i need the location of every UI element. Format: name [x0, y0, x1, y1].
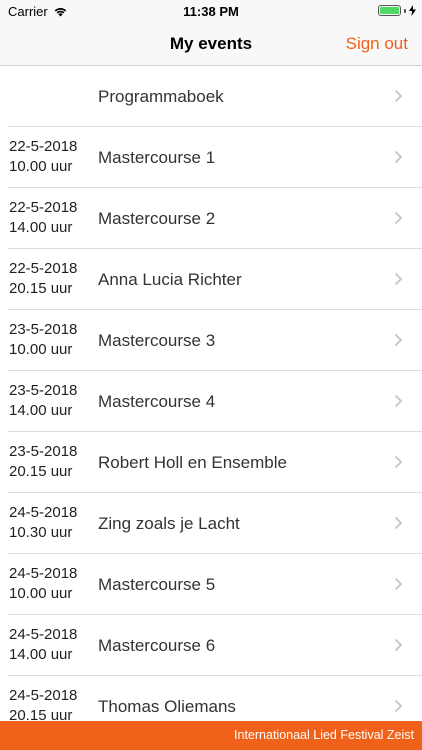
event-date: 22-5-2018	[9, 260, 78, 277]
status-time: 11:38 PM	[183, 4, 239, 19]
event-row[interactable]: 22-5-2018 10.00 uur Mastercourse 1	[0, 127, 422, 188]
event-date: 24-5-2018	[9, 687, 78, 704]
chevron-right-icon	[394, 699, 403, 713]
event-datetime: 22-5-2018 20.15 uur	[9, 259, 77, 299]
status-right	[378, 5, 416, 16]
event-time: 14.00 uur	[9, 402, 73, 419]
event-datetime: 24-5-2018 20.15 uur	[9, 686, 77, 726]
event-row[interactable]: 23-5-2018 20.15 uur Robert Holl en Ensembl…	[0, 432, 422, 493]
event-datetime: 23-5-2018 10.00 uur	[9, 320, 77, 360]
sign-out-button[interactable]: Sign out	[346, 22, 408, 66]
chevron-right-icon	[394, 211, 403, 225]
event-row[interactable]: Programmaboek	[0, 66, 422, 127]
chevron-right-icon	[394, 89, 403, 103]
event-time: 10.00 uur	[9, 158, 73, 175]
footer-banner: Internationaal Lied Festival Zeist	[0, 721, 422, 750]
battery-icon	[378, 5, 401, 16]
event-row[interactable]: 22-5-2018 20.15 uur Anna Lucia Richter	[0, 249, 422, 310]
chevron-right-icon	[394, 150, 403, 164]
chevron-right-icon	[394, 638, 403, 652]
event-title: Robert Holl en Ensemble	[98, 453, 287, 472]
event-row[interactable]: 24-5-2018 10.00 uur Mastercourse 5	[0, 554, 422, 615]
chevron-right-icon	[394, 333, 403, 347]
event-title: Zing zoals je Lacht	[98, 514, 240, 533]
event-time: 14.00 uur	[9, 219, 73, 236]
event-time: 10.00 uur	[9, 341, 73, 358]
event-datetime: 22-5-2018 14.00 uur	[9, 198, 77, 238]
event-date: 22-5-2018	[9, 199, 78, 216]
event-datetime: 24-5-2018 14.00 uur	[9, 625, 77, 665]
event-date: 23-5-2018	[9, 443, 78, 460]
event-row[interactable]: 24-5-2018 14.00 uur Mastercourse 6	[0, 615, 422, 676]
event-row[interactable]: 24-5-2018 10.30 uur Zing zoals je Lacht	[0, 493, 422, 554]
chevron-right-icon	[394, 455, 403, 469]
charging-bolt-icon	[409, 5, 416, 16]
event-date: 22-5-2018	[9, 138, 78, 155]
chevron-right-icon	[394, 577, 403, 591]
event-row[interactable]: 23-5-2018 14.00 uur Mastercourse 4	[0, 371, 422, 432]
event-row[interactable]: 22-5-2018 14.00 uur Mastercourse 2	[0, 188, 422, 249]
battery-fill	[380, 7, 399, 14]
event-date: 23-5-2018	[9, 321, 78, 338]
event-datetime: 24-5-2018 10.30 uur	[9, 503, 77, 543]
event-title: Mastercourse 3	[98, 331, 216, 350]
event-datetime: 22-5-2018 10.00 uur	[9, 137, 77, 177]
event-title: Mastercourse 2	[98, 209, 216, 228]
event-time: 20.15 uur	[9, 463, 73, 480]
event-datetime: 24-5-2018 10.00 uur	[9, 564, 77, 604]
event-date: 24-5-2018	[9, 565, 78, 582]
event-title: Mastercourse 4	[98, 392, 216, 411]
event-time: 14.00 uur	[9, 646, 73, 663]
status-bar: Carrier 11:38 PM	[0, 0, 422, 22]
chevron-right-icon	[394, 516, 403, 530]
event-row[interactable]: 23-5-2018 10.00 uur Mastercourse 3	[0, 310, 422, 371]
event-time: 10.00 uur	[9, 585, 73, 602]
event-title: Anna Lucia Richter	[98, 270, 242, 289]
events-list: Programmaboek 22-5-2018 10.00 uur Mastercou…	[0, 66, 422, 737]
event-time: 10.30 uur	[9, 524, 73, 541]
battery-cap	[404, 8, 406, 13]
event-title: Mastercourse 5	[98, 575, 216, 594]
navigation-bar: My events Sign out	[0, 22, 422, 66]
chevron-right-icon	[394, 394, 403, 408]
event-datetime: 23-5-2018 20.15 uur	[9, 442, 77, 482]
event-title: Mastercourse 6	[98, 636, 216, 655]
event-date: 24-5-2018	[9, 626, 78, 643]
event-title: Programmaboek	[98, 87, 224, 106]
event-date: 24-5-2018	[9, 504, 78, 521]
event-datetime: 23-5-2018 14.00 uur	[9, 381, 77, 421]
event-time: 20.15 uur	[9, 280, 73, 297]
chevron-right-icon	[394, 272, 403, 286]
event-date: 23-5-2018	[9, 382, 78, 399]
event-title: Mastercourse 1	[98, 148, 216, 167]
footer-text: Internationaal Lied Festival Zeist	[234, 728, 414, 742]
